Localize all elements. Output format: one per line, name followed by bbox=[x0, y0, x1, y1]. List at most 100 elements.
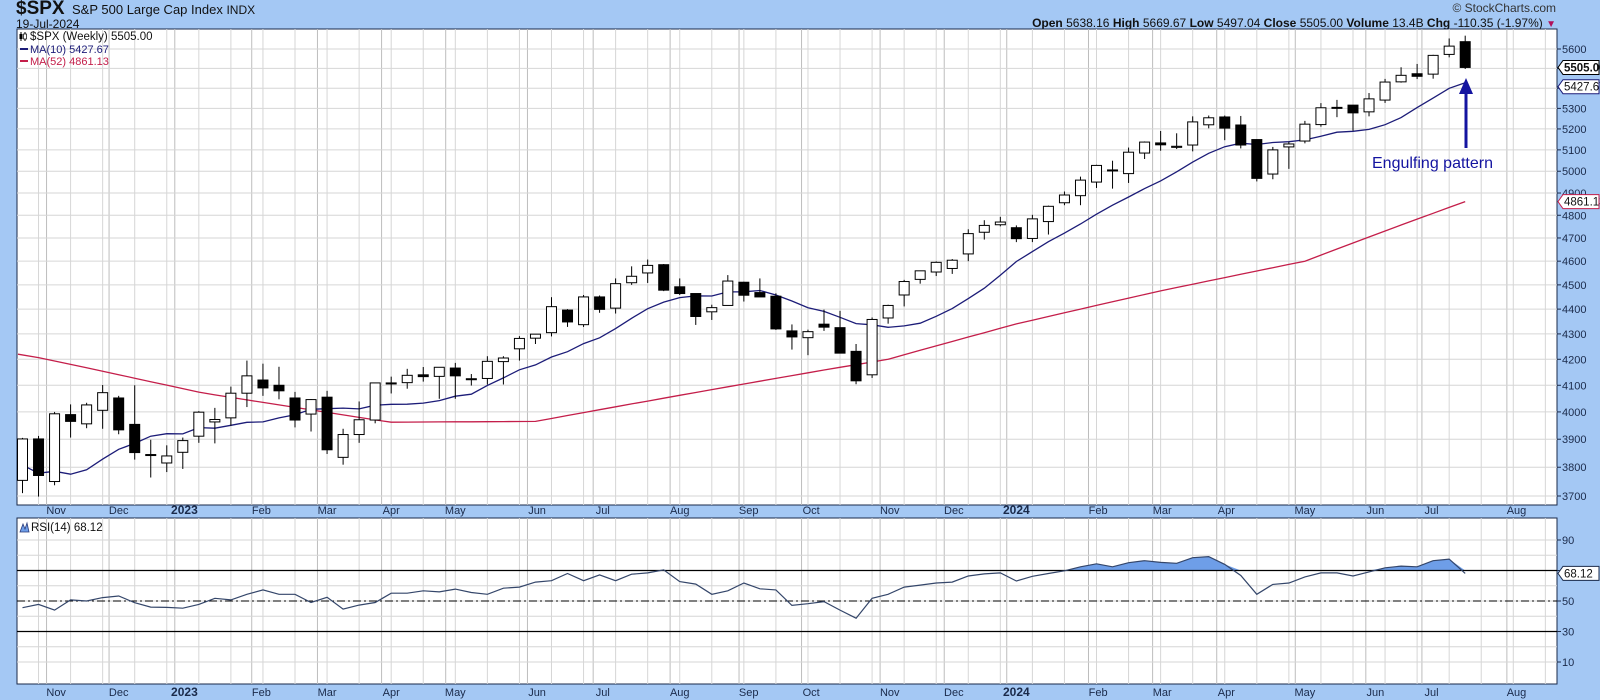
candle-body-down bbox=[417, 374, 429, 378]
candle-body-down bbox=[113, 397, 125, 431]
candle bbox=[321, 390, 333, 454]
x-tick-label-bottom: 2023 bbox=[171, 685, 198, 699]
candle-body-up bbox=[225, 392, 237, 419]
x-tick-label-bottom: Mar bbox=[1153, 687, 1172, 699]
candle-body-down bbox=[1411, 73, 1423, 77]
x-tick-label-top: May bbox=[1295, 505, 1316, 517]
candle-body-up bbox=[1058, 194, 1070, 204]
candle bbox=[49, 411, 61, 486]
y-tick-label: 5600 bbox=[1562, 44, 1586, 56]
x-tick-label-top: Jul bbox=[596, 505, 610, 517]
candle-body-down bbox=[1347, 104, 1359, 114]
candle-body-up bbox=[802, 331, 814, 339]
x-tick-label-bottom: Mar bbox=[318, 687, 337, 699]
y-tick-label: 5200 bbox=[1562, 124, 1586, 136]
candle bbox=[369, 382, 381, 424]
candle-body-down bbox=[257, 379, 269, 389]
candle-body-up bbox=[241, 375, 253, 394]
candle-body-up bbox=[433, 366, 445, 377]
x-tick-label-top: Aug bbox=[670, 505, 690, 517]
candle-body-up bbox=[1171, 145, 1183, 148]
candle-body-up bbox=[722, 280, 734, 306]
x-tick-label-top: Dec bbox=[109, 505, 129, 517]
x-tick-label-bottom: Jun bbox=[528, 687, 546, 699]
y-tick-label: 4800 bbox=[1562, 210, 1586, 222]
y-tick-label: 4300 bbox=[1562, 329, 1586, 341]
candle-body-down bbox=[273, 384, 285, 392]
x-tick-label-top: 2024 bbox=[1003, 503, 1030, 517]
y-tick-label: 4100 bbox=[1562, 380, 1586, 392]
y-tick-label: 4700 bbox=[1562, 233, 1586, 245]
x-tick-label-top: Mar bbox=[1153, 505, 1172, 517]
candle-body-down bbox=[1155, 142, 1167, 146]
candle-body-up bbox=[161, 455, 173, 464]
candle-body-down bbox=[674, 286, 686, 295]
x-tick-label-bottom: Aug bbox=[670, 687, 690, 699]
candle-body-down bbox=[850, 350, 862, 382]
chart-canvas: Nov Nov Dec Dec 2023 2023 Feb Feb Mar Mar Apr Apr Ma… bbox=[16, 28, 1600, 699]
candle-body-down bbox=[738, 281, 750, 296]
candle-body-down bbox=[33, 438, 45, 476]
rsi-tick-label: 50 bbox=[1562, 596, 1574, 608]
candle-body-up bbox=[1139, 141, 1151, 154]
candle-body-up bbox=[978, 224, 990, 233]
x-tick-label-bottom: Nov bbox=[46, 687, 66, 699]
ma10-value-label: 5427.67 bbox=[1557, 79, 1600, 95]
candle bbox=[1026, 214, 1038, 243]
price-panel bbox=[16, 28, 1558, 506]
candle-body-up bbox=[1443, 45, 1455, 55]
y-tick-label: 4500 bbox=[1562, 280, 1586, 292]
candle-body-down bbox=[834, 327, 846, 354]
candle-body-up bbox=[401, 374, 413, 384]
x-tick-label-top: Feb bbox=[252, 505, 271, 517]
candle-body-up bbox=[914, 270, 926, 280]
x-tick-label-bottom: Aug bbox=[1507, 687, 1527, 699]
x-tick-label-bottom: Oct bbox=[803, 687, 820, 699]
candle bbox=[113, 395, 125, 435]
close-value-label: 5505.00 bbox=[1557, 59, 1600, 75]
rsi-tick-label: 30 bbox=[1562, 627, 1574, 639]
candle-body-up bbox=[1091, 164, 1103, 183]
rsi-value-label: 68.12 bbox=[1557, 565, 1600, 581]
rsi-tick-label: 10 bbox=[1562, 657, 1574, 669]
candle-body-up bbox=[529, 333, 541, 339]
candle bbox=[1299, 120, 1311, 144]
candle-body-down bbox=[129, 423, 141, 454]
candle-body-up bbox=[17, 438, 28, 481]
x-tick-label-bottom: May bbox=[1295, 687, 1316, 699]
candle-body-up bbox=[1042, 205, 1054, 223]
candle-body-up bbox=[209, 418, 221, 423]
y-tick-label: 5300 bbox=[1562, 103, 1586, 115]
candle-body-down bbox=[594, 296, 606, 310]
candle-body-down bbox=[658, 264, 670, 291]
x-tick-label-top: Nov bbox=[46, 505, 66, 517]
candle-body-up bbox=[1427, 54, 1439, 75]
x-tick-label-top: 2023 bbox=[171, 503, 198, 517]
candle-body-up bbox=[497, 357, 509, 363]
candle-body-down bbox=[1219, 116, 1231, 129]
candle-body-down bbox=[321, 396, 333, 451]
price-legend-text: $SPX (Weekly) 5505.00 bbox=[30, 31, 153, 43]
rsi-value-label-text: 68.12 bbox=[1564, 568, 1593, 580]
y-tick-label: 3700 bbox=[1562, 491, 1586, 503]
candle-body-up bbox=[1331, 106, 1343, 109]
candle-body-up bbox=[1074, 179, 1086, 197]
y-tick-label: 4200 bbox=[1562, 354, 1586, 366]
candle-body-up bbox=[49, 413, 61, 483]
x-tick-label-top: Jun bbox=[1367, 505, 1385, 517]
y-tick-label: 4000 bbox=[1562, 407, 1586, 419]
x-tick-label-bottom: Feb bbox=[252, 687, 271, 699]
candle-body-down bbox=[562, 309, 574, 323]
x-tick-label-top: Apr bbox=[383, 505, 400, 517]
candle-body-up bbox=[1395, 74, 1407, 83]
candle-body-up bbox=[1187, 121, 1199, 146]
y-tick-label: 3800 bbox=[1562, 462, 1586, 474]
y-tick-label: 5000 bbox=[1562, 166, 1586, 178]
candle-body-down bbox=[786, 330, 798, 338]
ma10-legend: MA(10) 5427.67 bbox=[30, 44, 109, 56]
x-tick-label-bottom: 2024 bbox=[1003, 685, 1030, 699]
candle-body-up bbox=[337, 434, 349, 458]
x-tick-label-bottom: Feb bbox=[1089, 687, 1108, 699]
candle-body-up bbox=[81, 404, 93, 425]
candle-body-up bbox=[545, 306, 557, 334]
